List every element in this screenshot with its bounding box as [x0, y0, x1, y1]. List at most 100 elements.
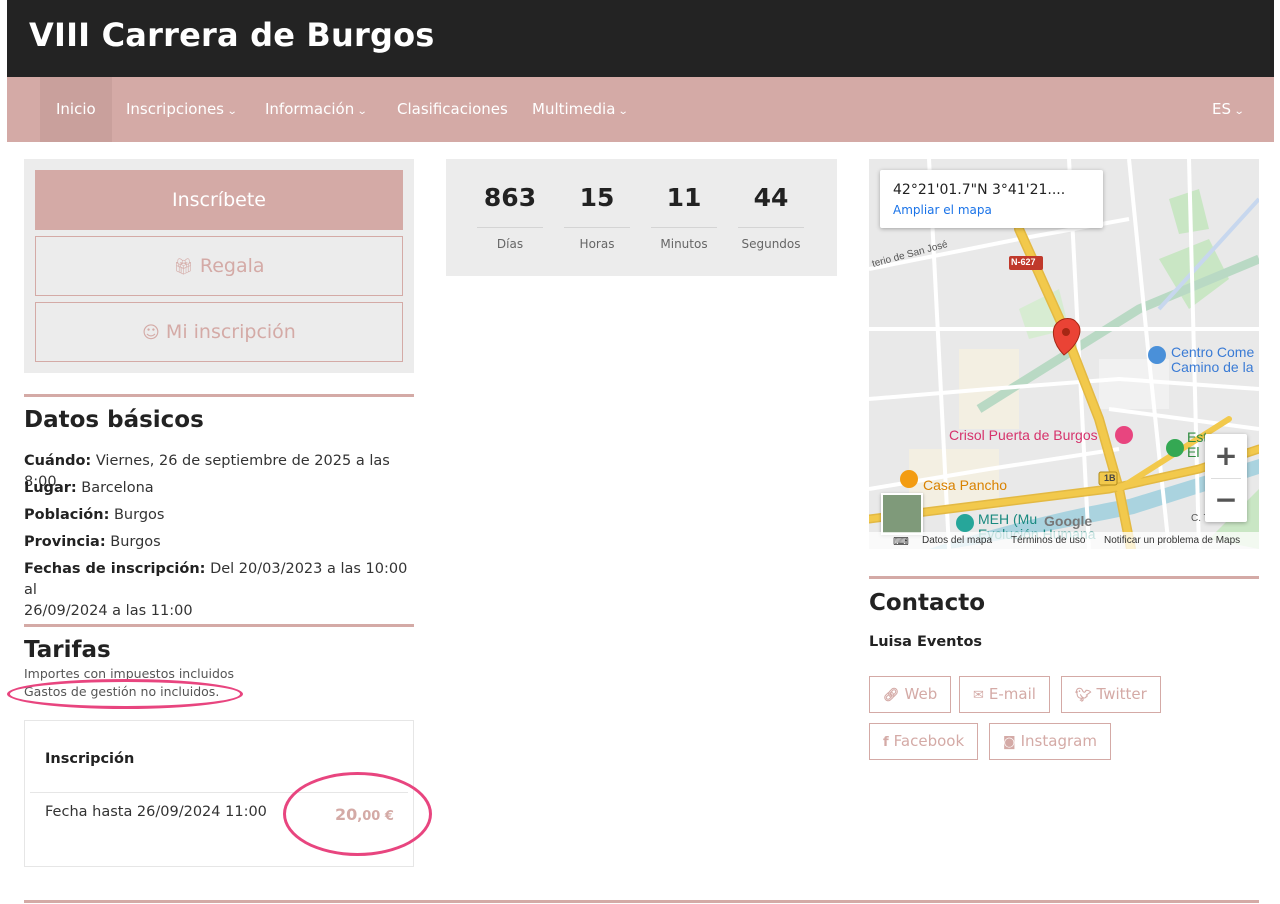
twitter-label: Twitter [1096, 685, 1147, 703]
rates-table-header: Inscripción [45, 751, 135, 767]
rate-row-label: Fecha hasta 26/09/2024 11:00 [45, 804, 267, 820]
minutes-value: 11 [666, 183, 702, 212]
divider [738, 227, 804, 228]
registration-dates-line: Fechas de inscripción: Del 20/03/2023 a … [24, 559, 424, 622]
road-label: N-627 [1011, 257, 1036, 267]
my-registration-label: Mi inscripción [165, 321, 296, 343]
web-label: Web [904, 685, 938, 703]
zoom-controls: + − [1205, 434, 1247, 522]
expand-map-link[interactable]: Ampliar el mapa [893, 203, 992, 217]
chevron-down-icon: ⌄ [1233, 106, 1245, 117]
divider [651, 227, 717, 228]
when-label: Cuándo: [24, 453, 92, 469]
basic-data-title: Datos básicos [24, 407, 204, 433]
highlight-annotation [283, 772, 432, 856]
poi-label[interactable]: Crisol Puerta de Burgos [949, 427, 1098, 443]
smile-icon: ☺ [142, 323, 160, 343]
nav-item-inscripciones[interactable]: Inscripciones ⌄ [110, 77, 252, 142]
instagram-button[interactable]: ◙ Instagram [989, 723, 1111, 760]
google-logo: Google [1044, 513, 1093, 529]
zoom-out-button[interactable]: − [1205, 478, 1247, 522]
nav-label: Información [265, 100, 355, 118]
section-divider [24, 624, 414, 627]
nav-item-informacion[interactable]: Información ⌄ [249, 77, 383, 142]
nav-label: Clasificaciones [397, 100, 508, 118]
nav-label: Inscripciones [126, 100, 224, 118]
gift-icon: 🎁︎ [173, 257, 194, 276]
twitter-button[interactable]: 🐦︎ Twitter [1061, 676, 1161, 713]
web-button[interactable]: 🔗︎ Web [869, 676, 952, 713]
province-line: Provincia: Burgos [24, 532, 424, 553]
days-value: 863 [483, 183, 537, 212]
twitter-icon: 🐦︎ [1075, 688, 1092, 703]
facebook-icon: f [883, 735, 889, 750]
chevron-down-icon: ⌄ [226, 106, 238, 117]
nav-item-clasificaciones[interactable]: Clasificaciones [381, 77, 524, 142]
days-label: Días [496, 237, 524, 251]
report-problem-link[interactable]: Notificar un problema de Maps [1104, 535, 1240, 546]
envelope-icon: ✉ [973, 688, 984, 703]
chevron-down-icon: ⌄ [618, 106, 630, 117]
main-nav: Inicio Inscripciones ⌄ Información ⌄ Clasi… [7, 77, 1274, 142]
nav-item-multimedia[interactable]: Multimedia ⌄ [516, 77, 644, 142]
countdown-timer: 863 Días 15 Horas 11 Minutos 44 Segundos [446, 159, 837, 276]
map-coordinates: 42°21'01.7"N 3°41'21.... [893, 182, 1066, 198]
place-label: Lugar: [24, 480, 77, 496]
my-registration-button[interactable]: ☺ Mi inscripción [35, 302, 403, 362]
organizer-name: Luisa Eventos [869, 634, 983, 650]
register-button[interactable]: Inscríbete [35, 170, 403, 230]
link-icon: 🔗︎ [883, 688, 900, 703]
registration-actions: Inscríbete 🎁︎ Regala ☺ Mi inscripción [24, 159, 414, 373]
site-header: VIII Carrera de Burgos [7, 0, 1274, 77]
chevron-down-icon: ⌄ [356, 106, 368, 117]
town-label: Población: [24, 507, 110, 523]
gift-button[interactable]: 🎁︎ Regala [35, 236, 403, 296]
seconds-value: 44 [753, 183, 789, 212]
poi-name: MEH (Mu [978, 511, 1038, 527]
satellite-toggle[interactable] [881, 493, 923, 535]
section-divider [869, 576, 1259, 579]
terms-link[interactable]: Términos de uso [1011, 535, 1085, 546]
poi-name: Camino de la [1171, 359, 1254, 375]
dates-value-end: 26/09/2024 a las 11:00 [24, 603, 193, 619]
location-map[interactable]: N-627 terio de San José Centro Come Camin… [869, 159, 1259, 549]
map-info-card: 42°21'01.7"N 3°41'21.... Ampliar el mapa [880, 170, 1103, 228]
map-data-link[interactable]: Datos del mapa [922, 535, 992, 546]
rates-title: Tarifas [24, 637, 111, 663]
nav-item-inicio[interactable]: Inicio [40, 77, 112, 142]
zoom-in-button[interactable]: + [1205, 434, 1247, 478]
town-value: Burgos [113, 507, 165, 523]
hours-value: 15 [579, 183, 615, 212]
instagram-label: Instagram [1020, 732, 1097, 750]
place-line: Lugar: Barcelona [24, 478, 424, 499]
hours-label: Horas [579, 237, 615, 251]
map-footer: ⌨ Datos del mapa Términos de uso Notific… [869, 532, 1259, 549]
keyboard-icon[interactable]: ⌨ [893, 535, 909, 548]
nav-label: Inicio [56, 100, 96, 118]
poi-label[interactable]: Centro Come Camino de la [1171, 345, 1254, 375]
language-selector[interactable]: ES ⌄ [1196, 77, 1259, 142]
page-title: VIII Carrera de Burgos [29, 16, 435, 54]
divider [564, 227, 630, 228]
dates-label: Fechas de inscripción: [24, 561, 206, 577]
province-value: Burgos [110, 534, 161, 550]
town-line: Población: Burgos [24, 505, 424, 526]
facebook-label: Facebook [893, 732, 965, 750]
minutes-label: Minutos [660, 237, 708, 251]
instagram-icon: ◙ [1003, 735, 1016, 750]
facebook-button[interactable]: f Facebook [869, 723, 979, 760]
contact-title: Contacto [869, 590, 985, 616]
email-button[interactable]: ✉ E-mail [959, 676, 1050, 713]
exit-label: 1B [1104, 473, 1116, 483]
seconds-label: Segundos [741, 237, 801, 251]
language-label: ES [1212, 100, 1231, 118]
nav-label: Multimedia [532, 100, 616, 118]
section-divider [24, 394, 414, 397]
province-label: Provincia: [24, 534, 106, 550]
poi-label[interactable]: Casa Pancho [923, 477, 1007, 493]
poi-name: Centro Come [1171, 344, 1255, 360]
gift-label: Regala [199, 255, 265, 277]
place-value: Barcelona [81, 480, 154, 496]
highlight-annotation [7, 679, 243, 709]
email-label: E-mail [988, 685, 1036, 703]
